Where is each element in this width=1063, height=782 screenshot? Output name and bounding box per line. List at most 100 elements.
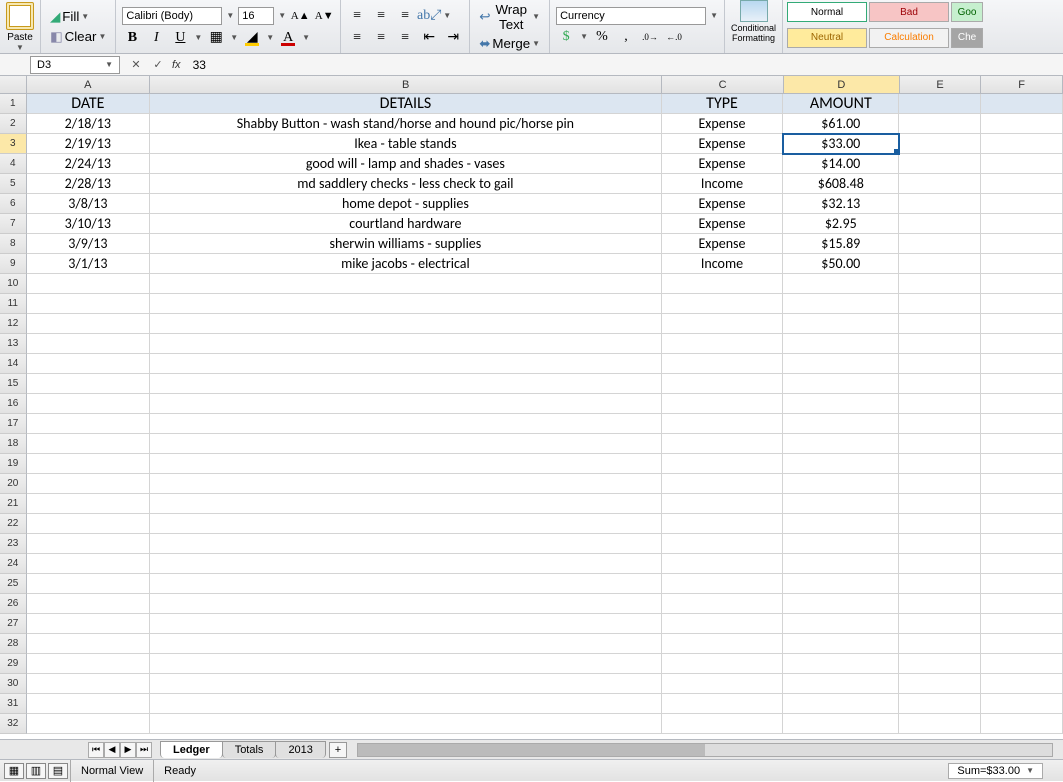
row-header[interactable]: 9: [0, 254, 27, 274]
cell[interactable]: DETAILS: [150, 94, 662, 114]
cell[interactable]: [981, 214, 1063, 234]
cell[interactable]: [27, 274, 151, 294]
col-header-A[interactable]: A: [27, 76, 150, 93]
cell[interactable]: [899, 694, 981, 714]
cell[interactable]: [899, 134, 981, 154]
cell[interactable]: [981, 254, 1063, 274]
style-neutral[interactable]: Neutral: [787, 28, 867, 48]
percent-icon[interactable]: %: [592, 27, 612, 47]
cell[interactable]: [150, 694, 662, 714]
sheet-tab[interactable]: Ledger: [160, 741, 223, 758]
decrease-font-icon[interactable]: A▼: [314, 6, 334, 26]
cell[interactable]: [27, 574, 151, 594]
row-header[interactable]: 15: [0, 374, 27, 394]
col-header-E[interactable]: E: [900, 76, 982, 93]
style-calculation[interactable]: Calculation: [869, 28, 949, 48]
row-header[interactable]: 10: [0, 274, 27, 294]
cell[interactable]: [783, 454, 899, 474]
cell[interactable]: [150, 654, 662, 674]
cell[interactable]: [150, 374, 662, 394]
cell[interactable]: [27, 534, 151, 554]
chevron-down-icon[interactable]: ▼: [1026, 763, 1034, 779]
chevron-down-icon[interactable]: ▼: [710, 11, 718, 20]
cell[interactable]: [27, 494, 151, 514]
cell[interactable]: [981, 94, 1063, 114]
next-sheet-icon[interactable]: ▶: [120, 742, 136, 758]
cell[interactable]: [150, 434, 662, 454]
decrease-decimal-icon[interactable]: ←.0: [664, 27, 684, 47]
cell[interactable]: [899, 394, 981, 414]
cell[interactable]: [150, 274, 662, 294]
cell[interactable]: AMOUNT: [783, 94, 899, 114]
paste-icon[interactable]: [6, 2, 34, 30]
cell[interactable]: $14.00: [783, 154, 899, 174]
cell[interactable]: [783, 714, 899, 734]
cell[interactable]: [981, 634, 1063, 654]
align-bottom-icon[interactable]: ≡: [395, 6, 415, 26]
cell[interactable]: [899, 194, 981, 214]
cell[interactable]: [662, 714, 784, 734]
cell[interactable]: [27, 694, 151, 714]
cell[interactable]: Expense: [662, 234, 784, 254]
prev-sheet-icon[interactable]: ◀: [104, 742, 120, 758]
conditional-formatting-icon[interactable]: [740, 0, 768, 22]
cell[interactable]: [150, 414, 662, 434]
row-header[interactable]: 26: [0, 594, 27, 614]
col-header-D[interactable]: D: [784, 76, 900, 93]
cell[interactable]: [783, 494, 899, 514]
cell[interactable]: good will - lamp and shades - vases: [150, 154, 662, 174]
chevron-down-icon[interactable]: ▼: [580, 32, 588, 41]
style-normal[interactable]: Normal: [787, 2, 867, 22]
fill-color-button[interactable]: ◢: [242, 28, 262, 48]
cell[interactable]: [662, 294, 784, 314]
cell[interactable]: [981, 574, 1063, 594]
cell[interactable]: [783, 554, 899, 574]
cell[interactable]: [150, 354, 662, 374]
row-header[interactable]: 19: [0, 454, 27, 474]
cell[interactable]: [27, 654, 151, 674]
cell[interactable]: mike jacobs - electrical: [150, 254, 662, 274]
cell[interactable]: [662, 314, 784, 334]
cell[interactable]: [899, 554, 981, 574]
style-good[interactable]: Goo: [951, 2, 983, 22]
cell[interactable]: [783, 354, 899, 374]
cell[interactable]: [150, 634, 662, 654]
cell[interactable]: [899, 154, 981, 174]
font-size-input[interactable]: [238, 7, 274, 25]
row-header[interactable]: 6: [0, 194, 27, 214]
cell[interactable]: [150, 394, 662, 414]
row-header[interactable]: 8: [0, 234, 27, 254]
cell[interactable]: [783, 334, 899, 354]
cell[interactable]: [783, 474, 899, 494]
align-right-icon[interactable]: ≡: [395, 28, 415, 48]
cell[interactable]: [662, 274, 784, 294]
cell[interactable]: [150, 314, 662, 334]
row-header[interactable]: 16: [0, 394, 27, 414]
align-center-icon[interactable]: ≡: [371, 28, 391, 48]
cell[interactable]: Expense: [662, 214, 784, 234]
cell[interactable]: [27, 374, 151, 394]
cell[interactable]: [981, 414, 1063, 434]
cell[interactable]: [150, 294, 662, 314]
cell[interactable]: [899, 314, 981, 334]
cell[interactable]: [150, 494, 662, 514]
cell[interactable]: [27, 314, 151, 334]
cell[interactable]: [981, 114, 1063, 134]
bold-button[interactable]: B: [122, 28, 142, 48]
comma-icon[interactable]: ,: [616, 27, 636, 47]
chevron-down-icon[interactable]: ▼: [194, 33, 202, 42]
cell[interactable]: $33.00: [783, 134, 899, 154]
cell[interactable]: [899, 614, 981, 634]
cell[interactable]: [981, 554, 1063, 574]
row-header[interactable]: 14: [0, 354, 27, 374]
last-sheet-icon[interactable]: ⏭: [136, 742, 152, 758]
cell[interactable]: [899, 454, 981, 474]
sum-display[interactable]: Sum=$33.00 ▼: [948, 763, 1043, 779]
cell[interactable]: [662, 634, 784, 654]
cell[interactable]: [662, 394, 784, 414]
cell[interactable]: [662, 654, 784, 674]
cell[interactable]: TYPE: [662, 94, 784, 114]
cell[interactable]: 2/19/13: [27, 134, 151, 154]
underline-button[interactable]: U: [170, 28, 190, 48]
cell[interactable]: [981, 134, 1063, 154]
